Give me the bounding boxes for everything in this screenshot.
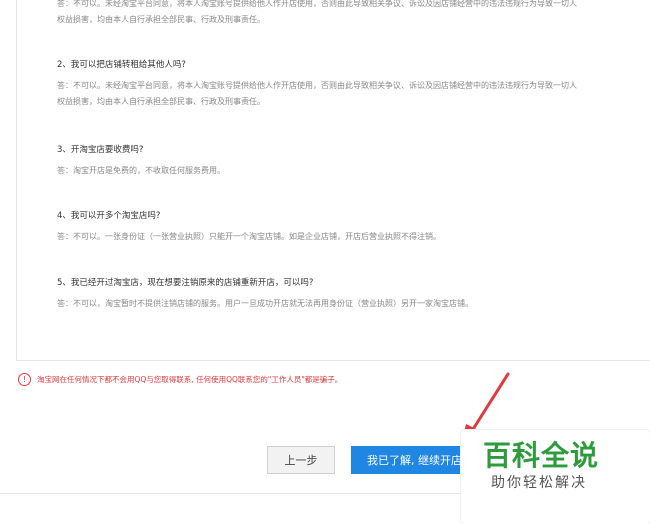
warning-text: 淘宝网在任何情况下都不会用QQ与您取得联系, 任何使用QQ联系您的"工作人员"都… — [37, 375, 343, 384]
qq-scam-warning: ! 淘宝网在任何情况下都不会用QQ与您取得联系, 任何使用QQ联系您的"工作人员… — [18, 373, 342, 386]
faq-answer-4: 答：不可以。一张身份证（一张营业执照）只能开一个淘宝店铺。如是企业店铺，开店后营… — [57, 232, 441, 241]
faq-answer-2: 答：不可以。未经淘宝平台同意，将本人淘宝账号提供给他人作开店使用，否则由此导致相… — [57, 81, 577, 106]
faq-answer-3: 答：淘宝开店是免费的，不收取任何服务费用。 — [57, 166, 225, 175]
faq-item-5: 5、我已经开过淘宝店，现在想要注销原来的店铺重新开店，可以吗? 答：不可以，淘宝… — [57, 276, 650, 312]
faq-answer-5: 答：不可以，淘宝暂时不提供注销店铺的服务。用户一旦成功开店就无法再用身份证（营业… — [57, 299, 473, 308]
warning-icon: ! — [18, 373, 31, 386]
faq-question-3: 3、开淘宝店要收费吗? — [57, 145, 144, 155]
faq-item-1: 答：不可以。未经淘宝平台同意，将本人淘宝账号提供给他人作开店使用，否则由此导致相… — [57, 0, 650, 28]
faq-question-5: 5、我已经开过淘宝店，现在想要注销原来的店铺重新开店，可以吗? — [57, 278, 314, 288]
faq-panel: 答：不可以。未经淘宝平台同意，将本人淘宝账号提供给他人作开店使用，否则由此导致相… — [16, 0, 650, 361]
faq-item-4: 4、我可以开多个淘宝店吗? 答：不可以。一张身份证（一张营业执照）只能开一个淘宝… — [57, 209, 650, 245]
faq-question-2: 2、我可以把店铺转租给其他人吗? — [57, 60, 186, 70]
faq-question-4: 4、我可以开多个淘宝店吗? — [57, 211, 161, 221]
faq-item-3: 3、开淘宝店要收费吗? 答：淘宝开店是免费的，不收取任何服务费用。 — [57, 143, 650, 179]
continue-open-shop-button[interactable]: 我已了解, 继续开店 — [351, 446, 471, 474]
watermark-title: 百科全说 — [483, 439, 600, 472]
prev-step-button[interactable]: 上一步 — [267, 446, 335, 474]
watermark-logo: 百科全说 助你轻松解决 — [461, 430, 650, 524]
watermark-subtitle: 助你轻松解决 — [491, 475, 587, 491]
faq-answer-1: 答：不可以。未经淘宝平台同意，将本人淘宝账号提供给他人作开店使用，否则由此导致相… — [57, 0, 577, 24]
faq-item-2: 2、我可以把店铺转租给其他人吗? 答：不可以。未经淘宝平台同意，将本人淘宝账号提… — [57, 58, 650, 110]
